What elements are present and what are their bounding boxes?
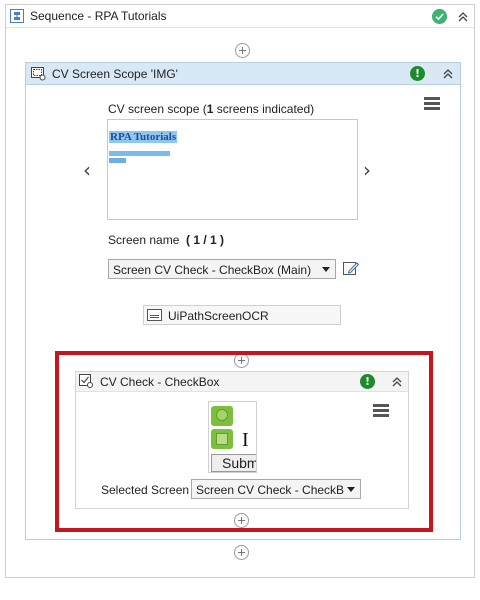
ocr-engine-icon: [147, 309, 162, 321]
selected-screen-label: Selected Screen: [101, 483, 190, 497]
selected-screen-select[interactable]: Screen CV Check - CheckBox: [191, 479, 361, 499]
cv-check-title: CV Check - CheckBox: [100, 375, 220, 389]
screen-preview: RPA Tutorials: [107, 119, 358, 220]
chevron-right-icon[interactable]: ›: [363, 160, 371, 180]
scope-header[interactable]: CV Screen Scope 'IMG' !: [26, 63, 460, 85]
edit-pencil-icon[interactable]: [343, 260, 359, 276]
preview-highlight: [109, 158, 126, 163]
screens-indicated-label: CV screen scope (1 screens indicated): [108, 102, 315, 116]
chevron-down-icon: [322, 267, 330, 272]
checkbox-thumbnail: I Submit: [208, 401, 257, 473]
scope-title: CV Screen Scope 'IMG': [52, 67, 178, 81]
add-activity-top-icon[interactable]: [235, 43, 250, 58]
cv-check-panel[interactable]: CV Check - CheckBox ! I Submit Selected …: [75, 371, 409, 509]
collapse-cv-check-icon[interactable]: [390, 375, 404, 389]
warning-icon[interactable]: !: [410, 66, 425, 81]
sequence-title: Sequence - RPA Tutorials: [30, 9, 167, 23]
collapse-scope-icon[interactable]: [441, 67, 455, 81]
ocr-engine-label: UiPathScreenOCR: [168, 309, 269, 323]
check-circle-icon: [432, 9, 447, 24]
screen-name-label: Screen name ( 1 / 1 ): [108, 233, 225, 247]
cv-check-header[interactable]: CV Check - CheckBox !: [76, 372, 408, 392]
screen-index: ( 1 / 1 ): [186, 233, 225, 247]
add-activity-end-icon[interactable]: [234, 545, 249, 560]
screen-scope-icon: [31, 67, 46, 81]
collapse-sequence-icon[interactable]: [456, 10, 470, 24]
warning-icon[interactable]: !: [360, 374, 375, 389]
preview-title: RPA Tutorials: [109, 131, 178, 143]
chevron-down-icon: [347, 487, 355, 492]
sequence-icon: [10, 9, 24, 23]
thumbnail-letter: I: [242, 429, 249, 451]
checked-checkbox-image: [211, 406, 233, 426]
unchecked-checkbox-image: [211, 429, 233, 449]
chevron-left-icon[interactable]: ‹: [83, 160, 91, 180]
preview-highlight: [109, 151, 170, 156]
add-activity-bottom-icon[interactable]: [234, 513, 249, 528]
cv-check-icon: [79, 374, 93, 388]
thumbnail-button: Submit: [211, 454, 256, 472]
hamburger-menu-icon[interactable]: [373, 404, 389, 418]
ocr-engine-box[interactable]: UiPathScreenOCR: [143, 305, 341, 325]
sequence-header[interactable]: Sequence - RPA Tutorials: [6, 5, 474, 28]
hamburger-menu-icon[interactable]: [424, 97, 440, 111]
screen-name-select[interactable]: Screen CV Check - CheckBox (Main): [108, 259, 336, 279]
